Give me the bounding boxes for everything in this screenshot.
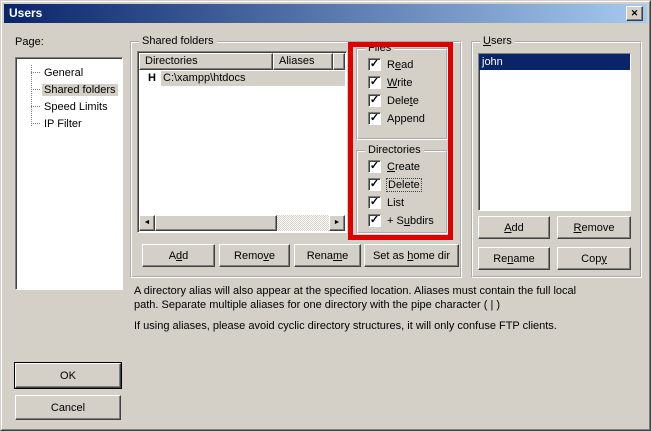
checkbox-file-delete[interactable]: ✓ Delete: [368, 94, 419, 107]
add-user-button[interactable]: Add: [478, 216, 550, 239]
sidebar-item-shared-folders[interactable]: Shared folders: [31, 81, 118, 98]
rename-user-label: Rename: [493, 253, 535, 265]
users-dialog: Users ✕ Page: General Shared folders Spe…: [0, 0, 651, 431]
checkbox-subdirs-label: + Subdirs: [387, 215, 434, 227]
page-tree: General Shared folders Speed Limits IP F…: [15, 57, 123, 290]
checkbox-append-label: Append: [387, 113, 425, 125]
ok-button[interactable]: OK: [15, 363, 121, 388]
checkbox-append[interactable]: ✓ Append: [368, 112, 425, 125]
files-group-label: Files: [365, 42, 394, 54]
rename-directory-button[interactable]: Rename: [294, 244, 361, 267]
cancel-button[interactable]: Cancel: [15, 395, 121, 420]
checkbox-checked-icon: ✓: [368, 94, 381, 107]
rename-directory-label: Rename: [307, 250, 349, 262]
users-listbox: john: [478, 53, 631, 211]
sidebar-item-general[interactable]: General: [31, 64, 85, 81]
listview-header: Directories Aliases: [139, 53, 345, 70]
checkbox-subdirs[interactable]: ✓ + Subdirs: [368, 214, 434, 227]
directory-path: C:\xampp\htdocs: [161, 71, 345, 86]
horizontal-scrollbar[interactable]: ◄ ►: [139, 215, 345, 231]
directories-listview: Directories Aliases H C:\xampp\htdocs ◄ …: [137, 51, 347, 233]
scroll-right-icon: ►: [334, 219, 341, 226]
tree-item-label: General: [42, 67, 85, 79]
checkbox-create-label: Create: [387, 161, 420, 173]
checkbox-dir-delete-label: Delete: [386, 178, 422, 192]
copy-user-button[interactable]: Copy: [557, 247, 631, 270]
tree-connector: [31, 72, 40, 73]
set-as-home-dir-button[interactable]: Set as home dir: [364, 244, 459, 267]
checkbox-checked-icon: ✓: [368, 58, 381, 71]
tree-item-label: Shared folders: [42, 84, 118, 96]
checkbox-checked-icon: ✓: [368, 112, 381, 125]
checkbox-checked-icon: ✓: [368, 178, 381, 191]
alias-help-paragraph-2: If using aliases, please avoid cyclic di…: [134, 319, 592, 333]
scroll-left-icon: ◄: [144, 219, 151, 226]
dialog-title: Users: [9, 6, 42, 20]
remove-directory-button[interactable]: Remove: [219, 244, 290, 267]
ok-button-label: OK: [60, 370, 76, 382]
rename-user-button[interactable]: Rename: [478, 247, 550, 270]
column-header-filler: [333, 53, 345, 70]
scroll-right-button[interactable]: ►: [329, 215, 345, 231]
checkbox-write-label: Write: [387, 77, 412, 89]
tree-item-label: IP Filter: [42, 118, 84, 130]
add-directory-label: Add: [169, 250, 189, 262]
checkbox-checked-icon: ✓: [368, 196, 381, 209]
remove-user-label: Remove: [574, 222, 615, 234]
cancel-button-label: Cancel: [51, 402, 85, 414]
tree-item-label: Speed Limits: [42, 101, 110, 113]
home-flag: H: [139, 72, 161, 84]
checkbox-checked-icon: ✓: [368, 214, 381, 227]
alias-help-paragraph-1: A directory alias will also appear at th…: [134, 284, 592, 312]
checkbox-create[interactable]: ✓ Create: [368, 160, 420, 173]
directory-row[interactable]: H C:\xampp\htdocs: [139, 70, 345, 86]
column-header-directories[interactable]: Directories: [139, 53, 273, 70]
shared-folders-group-label: Shared folders: [139, 35, 217, 47]
checkbox-dir-delete[interactable]: ✓ Delete: [368, 178, 421, 191]
users-group-label: Users: [480, 35, 515, 47]
scrollbar-thumb[interactable]: [155, 215, 277, 231]
directories-group-label: Directories: [365, 144, 424, 156]
copy-user-label: Copy: [581, 253, 607, 265]
remove-directory-label: Remove: [234, 250, 275, 262]
user-list-item[interactable]: john: [479, 54, 630, 70]
scroll-left-button[interactable]: ◄: [139, 215, 155, 231]
title-bar[interactable]: Users: [4, 4, 647, 23]
close-icon: ✕: [631, 8, 639, 18]
page-label: Page:: [15, 36, 44, 48]
column-header-aliases[interactable]: Aliases: [273, 53, 333, 70]
checkbox-read[interactable]: ✓ Read: [368, 58, 413, 71]
add-user-label: Add: [504, 222, 524, 234]
checkbox-write[interactable]: ✓ Write: [368, 76, 412, 89]
checkbox-list-label: List: [387, 197, 404, 209]
tree-connector: [31, 89, 40, 90]
sidebar-item-speed-limits[interactable]: Speed Limits: [31, 98, 110, 115]
checkbox-list[interactable]: ✓ List: [368, 196, 404, 209]
remove-user-button[interactable]: Remove: [557, 216, 631, 239]
add-directory-button[interactable]: Add: [142, 244, 215, 267]
sidebar-item-ip-filter[interactable]: IP Filter: [31, 115, 84, 132]
checkbox-file-delete-label: Delete: [387, 95, 419, 107]
checkbox-checked-icon: ✓: [368, 76, 381, 89]
checkbox-read-label: Read: [387, 59, 413, 71]
set-as-home-dir-label: Set as home dir: [373, 250, 450, 262]
checkbox-checked-icon: ✓: [368, 160, 381, 173]
tree-connector: [31, 123, 40, 124]
close-button[interactable]: ✕: [626, 6, 643, 21]
tree-connector: [31, 106, 40, 107]
alias-help-text: A directory alias will also appear at th…: [134, 284, 592, 333]
